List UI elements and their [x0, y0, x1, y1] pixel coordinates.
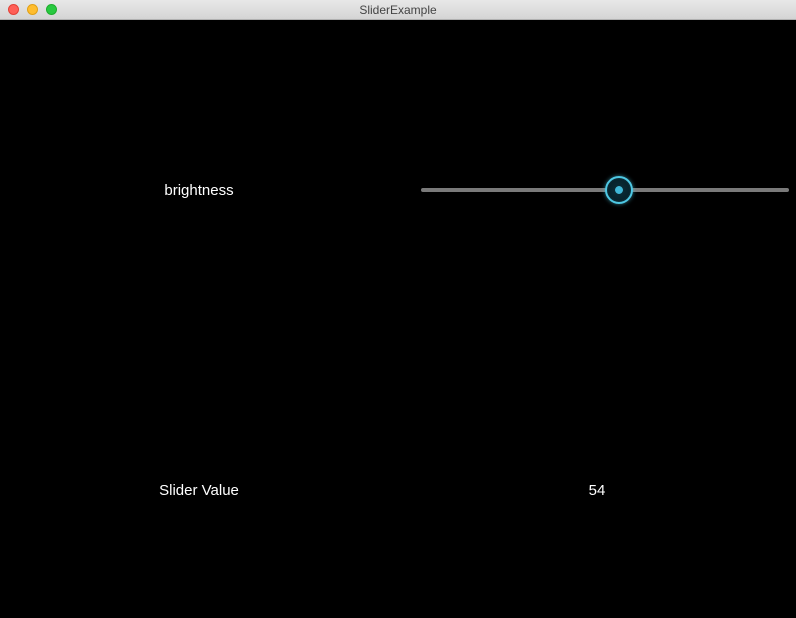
slider-label: brightness — [0, 182, 398, 199]
app-content: brightness Slider Value 54 — [0, 20, 796, 618]
slider-control-col — [398, 176, 796, 204]
minimize-icon[interactable] — [27, 4, 38, 15]
value-row: Slider Value 54 — [0, 470, 796, 510]
slider-row: brightness — [0, 170, 796, 210]
close-icon[interactable] — [8, 4, 19, 15]
value-label: Slider Value — [0, 482, 398, 499]
window-titlebar: SliderExample — [0, 0, 796, 20]
brightness-slider[interactable] — [421, 176, 789, 204]
window-title: SliderExample — [359, 3, 436, 17]
traffic-lights — [0, 4, 57, 15]
slider-thumb[interactable] — [605, 176, 633, 204]
slider-value: 54 — [589, 482, 606, 499]
value-display-col: 54 — [398, 482, 796, 499]
zoom-icon[interactable] — [46, 4, 57, 15]
